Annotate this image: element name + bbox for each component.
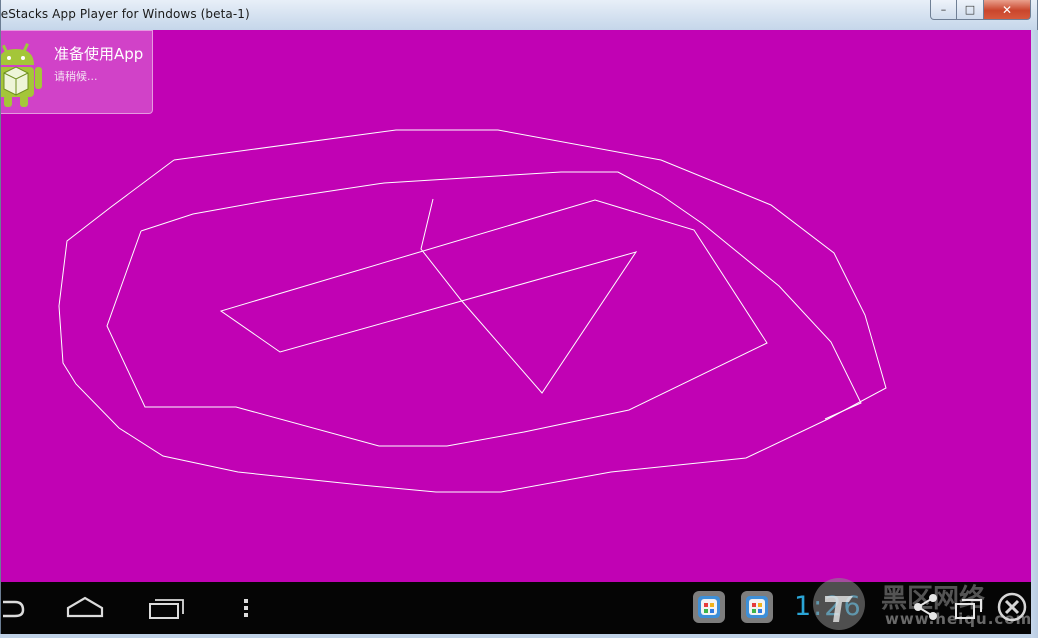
home-icon[interactable] bbox=[65, 594, 105, 622]
title-bar[interactable]: ueStacks App Player for Windows (beta-1)… bbox=[0, 0, 1037, 30]
app-store-icon[interactable] bbox=[692, 590, 726, 624]
window-bottom-border bbox=[0, 634, 1031, 638]
drawing-canvas[interactable] bbox=[1, 30, 1032, 582]
back-icon[interactable] bbox=[1, 596, 31, 620]
share-icon[interactable] bbox=[911, 592, 941, 622]
app-window: ueStacks App Player for Windows (beta-1)… bbox=[0, 0, 1038, 638]
watermark-logo-icon bbox=[813, 578, 865, 630]
app-store-icon[interactable] bbox=[740, 590, 774, 624]
close-circle-icon[interactable] bbox=[996, 591, 1028, 623]
caption-buttons: – □ ✕ bbox=[930, 0, 1031, 20]
inner-loop-stroke bbox=[140, 171, 862, 420]
notification-subtitle: 请稍候... bbox=[54, 70, 98, 83]
inner-loop-lower-stroke bbox=[106, 198, 768, 447]
maximize-button[interactable]: □ bbox=[957, 0, 984, 20]
window-icon[interactable] bbox=[953, 592, 985, 622]
navigation-bar: 1:26 黑区网络 www.heiqu.com bbox=[1, 578, 1032, 634]
notification-card[interactable]: 准备使用App 请稍候... bbox=[1, 30, 153, 114]
outer-loop-stroke bbox=[58, 129, 887, 493]
minimize-button[interactable]: – bbox=[930, 0, 957, 20]
window-title: ueStacks App Player for Windows (beta-1) bbox=[0, 7, 250, 21]
recent-apps-icon[interactable] bbox=[147, 594, 187, 622]
android-robot-icon bbox=[1, 43, 42, 107]
android-screen[interactable]: 准备使用App 请稍候... bbox=[1, 30, 1032, 582]
notification-title: 准备使用App bbox=[54, 45, 144, 63]
menu-icon[interactable] bbox=[240, 596, 252, 620]
close-button[interactable]: ✕ bbox=[984, 0, 1031, 20]
window-right-border bbox=[1031, 30, 1038, 638]
